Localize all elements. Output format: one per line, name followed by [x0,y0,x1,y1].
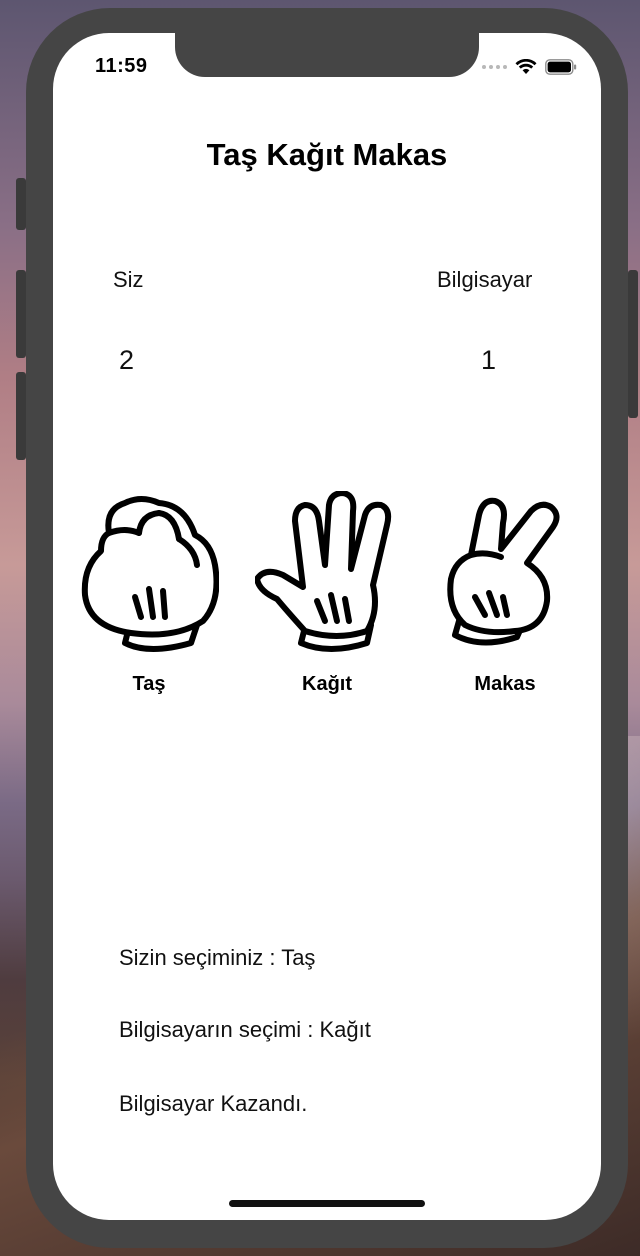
battery-icon [545,59,577,75]
page-title: Taş Kağıt Makas [206,137,448,172]
player-score: 2 [119,345,135,375]
status-icons [482,57,577,77]
scissors-choice-button[interactable] [445,497,565,657]
power-button [628,270,638,418]
computer-choice-text: Bilgisayarın seçimi : Kağıt [119,1017,371,1042]
victory-hand-glove-icon [447,497,560,646]
paper-choice-button[interactable] [254,490,401,661]
volume-up-button [16,270,26,358]
app-screen: 11:59 Taş Kağıt Makas Siz Bilgisayar 2 1 [53,33,601,1220]
outcome-text: Bilgisayar Kazandı. [119,1091,308,1116]
mute-switch [16,178,26,230]
computer-label: Bilgisayar [437,267,533,292]
notch [175,33,479,77]
wifi-icon [515,59,537,74]
signal-dots-icon [482,65,507,69]
rock-choice-button[interactable] [79,493,220,659]
volume-down-button [16,372,26,460]
status-time: 11:59 [95,55,148,77]
fist-glove-icon [81,496,220,652]
computer-score: 1 [481,345,497,375]
player-label: Siz [113,267,144,292]
open-hand-glove-icon [254,490,392,652]
home-indicator[interactable] [229,1200,425,1207]
paper-label: Kağıt [302,673,352,695]
rock-label: Taş [132,673,166,695]
player-choice-text: Sizin seçiminiz : Taş [119,945,316,970]
scissors-label: Makas [474,673,536,695]
